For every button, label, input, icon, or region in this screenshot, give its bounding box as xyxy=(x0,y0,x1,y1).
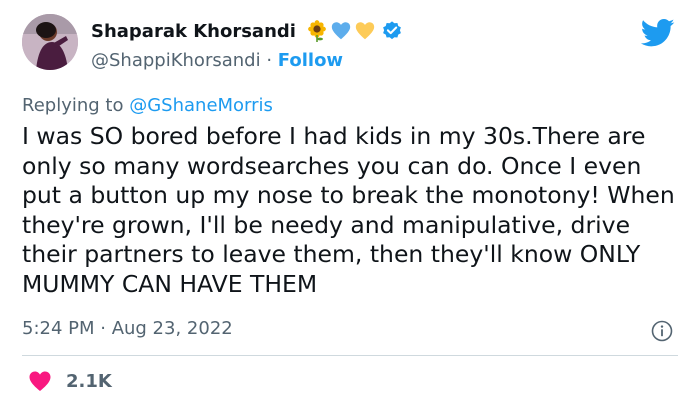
sunflower-icon xyxy=(308,20,326,42)
blue-heart-icon xyxy=(331,22,351,40)
handle[interactable]: @ShappiKhorsandi xyxy=(91,50,261,71)
name-emojis xyxy=(306,20,403,42)
avatar[interactable] xyxy=(22,14,78,70)
tweet-timestamp[interactable]: 5:24 PM · Aug 23, 2022 xyxy=(22,318,233,339)
handle-row: @ShappiKhorsandi · Follow xyxy=(91,50,343,71)
heart-icon[interactable] xyxy=(28,370,52,392)
verified-badge-icon xyxy=(383,21,401,40)
likes-row: 2.1K xyxy=(28,370,112,392)
tweet-text: I was SO bored before I had kids in my 3… xyxy=(22,122,675,298)
twitter-bird-icon[interactable] xyxy=(641,18,675,48)
author-name-row: Shaparak Khorsandi xyxy=(91,20,403,42)
likes-count: 2.1K xyxy=(66,370,112,392)
reply-context: Replying to @GShaneMorris xyxy=(22,95,273,116)
reply-mention-link[interactable]: @GShaneMorris xyxy=(129,95,273,116)
follow-button[interactable]: Follow xyxy=(278,50,343,71)
reply-prefix: Replying to xyxy=(22,95,124,116)
divider xyxy=(22,355,678,356)
display-name[interactable]: Shaparak Khorsandi xyxy=(91,21,296,42)
separator: · xyxy=(266,50,273,71)
yellow-heart-icon xyxy=(355,22,375,40)
info-icon[interactable] xyxy=(651,320,673,342)
